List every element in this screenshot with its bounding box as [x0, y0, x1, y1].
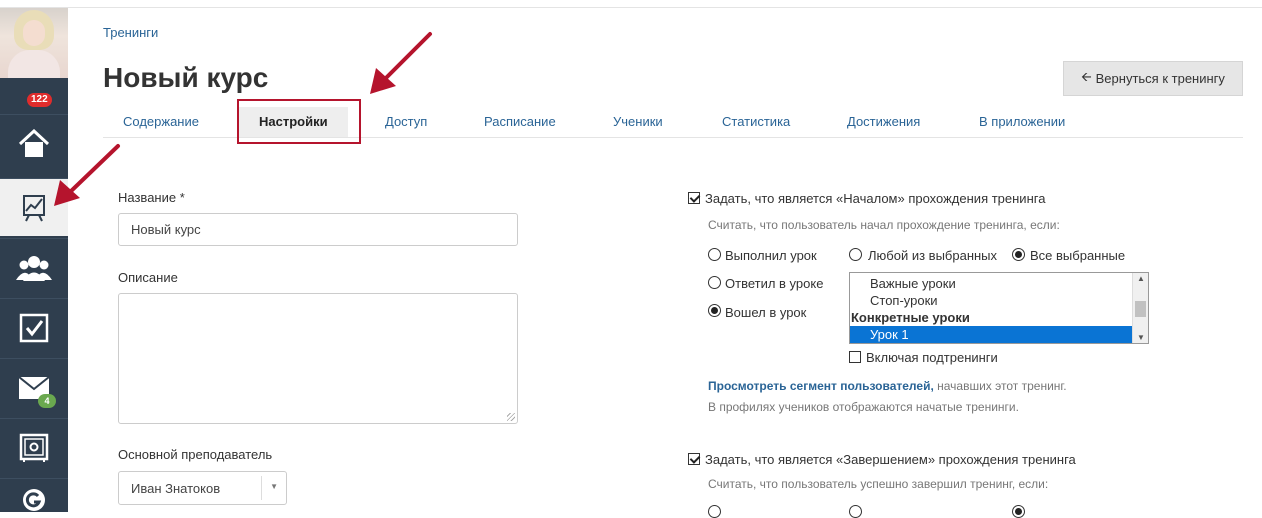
- list-group-header: Конкретные уроки: [851, 310, 970, 325]
- tab-in-app[interactable]: В приложении: [959, 107, 1085, 137]
- radio-lesson-done[interactable]: [708, 248, 721, 261]
- notifications-badge: 122: [27, 93, 52, 107]
- top-border: [0, 0, 1262, 8]
- listbox-scrollbar[interactable]: ▲ ▼: [1132, 273, 1148, 343]
- trainings-board-icon: [23, 194, 45, 221]
- radio-all-selected[interactable]: [1012, 248, 1025, 261]
- sidebar-item-tasks[interactable]: [0, 298, 68, 356]
- finish-checkbox[interactable]: [688, 453, 700, 465]
- back-to-training-button[interactable]: 🡨 Вернуться к тренингу: [1063, 61, 1243, 96]
- radio-entered[interactable]: [708, 304, 721, 317]
- teacher-label: Основной преподаватель: [118, 447, 273, 462]
- safe-icon: [19, 433, 49, 462]
- home-icon: [18, 128, 50, 157]
- sidebar-item-users[interactable]: [0, 238, 68, 296]
- radio-entered-label: Вошел в урок: [725, 305, 807, 320]
- list-item-selected[interactable]: Урок 1: [850, 326, 1132, 343]
- chevron-down-icon: ▼: [270, 482, 278, 491]
- sidebar-item-more[interactable]: [0, 478, 68, 518]
- radio-answered-label: Ответил в уроке: [725, 276, 824, 291]
- name-input[interactable]: Новый курс: [118, 213, 518, 246]
- tab-students[interactable]: Ученики: [593, 107, 683, 137]
- radio-answered[interactable]: [708, 276, 721, 289]
- teacher-select-value: Иван Знатоков: [131, 480, 221, 496]
- name-label: Название *: [118, 190, 185, 205]
- radio-all-label: Все выбранные: [1030, 248, 1126, 263]
- users-icon: [16, 255, 52, 281]
- tab-content[interactable]: Содержание: [103, 107, 219, 137]
- back-button-label: Вернуться к тренингу: [1095, 71, 1225, 86]
- lessons-listbox[interactable]: Важные уроки Стоп-уроки Конкретные уроки…: [849, 272, 1149, 344]
- profiles-note: В профилях учеников отображаются начатые…: [708, 400, 1019, 414]
- include-subtrainings-label: Включая подтренинги: [866, 350, 998, 365]
- tab-access[interactable]: Доступ: [365, 107, 447, 137]
- sidebar-item-home[interactable]: [0, 114, 68, 172]
- annotation-highlight-box: [237, 99, 361, 144]
- tab-achievements[interactable]: Достижения: [827, 107, 940, 137]
- start-checkbox[interactable]: [688, 192, 700, 204]
- avatar[interactable]: [0, 8, 68, 78]
- notifications-bell[interactable]: 122: [0, 86, 68, 114]
- page-title: Новый курс: [103, 62, 269, 93]
- resize-grip[interactable]: [507, 413, 515, 421]
- radio-any-label: Любой из выбранных: [868, 248, 998, 263]
- start-checkbox-label: Задать, что является «Началом» прохожден…: [705, 191, 1046, 206]
- tab-schedule[interactable]: Расписание: [464, 107, 576, 137]
- radio-lesson-done-label: Выполнил урок: [725, 248, 817, 263]
- g-logo-icon: [23, 489, 45, 511]
- finish-hint: Считать, что пользователь успешно заверш…: [708, 477, 1049, 491]
- start-hint: Считать, что пользователь начал прохожде…: [708, 218, 1060, 232]
- checkbox-icon: [19, 313, 49, 342]
- include-subtrainings-checkbox[interactable]: [849, 351, 861, 363]
- list-item[interactable]: Важные уроки: [850, 275, 1132, 292]
- breadcrumb[interactable]: Тренинги: [103, 25, 158, 40]
- sidebar-item-trainings[interactable]: [0, 178, 68, 236]
- sidebar-item-messages[interactable]: 4: [0, 358, 68, 416]
- list-item[interactable]: Стоп-уроки: [850, 292, 1132, 309]
- sidebar-item-safe[interactable]: [0, 418, 68, 476]
- scroll-down-icon[interactable]: ▼: [1137, 333, 1145, 342]
- finish-checkbox-label: Задать, что является «Завершением» прохо…: [705, 452, 1076, 467]
- scroll-up-icon[interactable]: ▲: [1137, 274, 1145, 283]
- sidebar: 122 4: [0, 8, 68, 512]
- messages-badge: 4: [38, 394, 56, 408]
- description-textarea[interactable]: [118, 293, 518, 424]
- description-label: Описание: [118, 270, 178, 285]
- segment-link[interactable]: Просмотреть сегмент пользователей,: [708, 379, 934, 393]
- teacher-select[interactable]: Иван Знатоков ▼: [118, 471, 287, 505]
- arrow-left-icon: 🡨: [1081, 68, 1092, 84]
- tab-statistics[interactable]: Статистика: [702, 107, 810, 137]
- radio-any-selected[interactable]: [849, 248, 862, 261]
- segment-link-suffix: начавших этот тренинг.: [933, 379, 1067, 393]
